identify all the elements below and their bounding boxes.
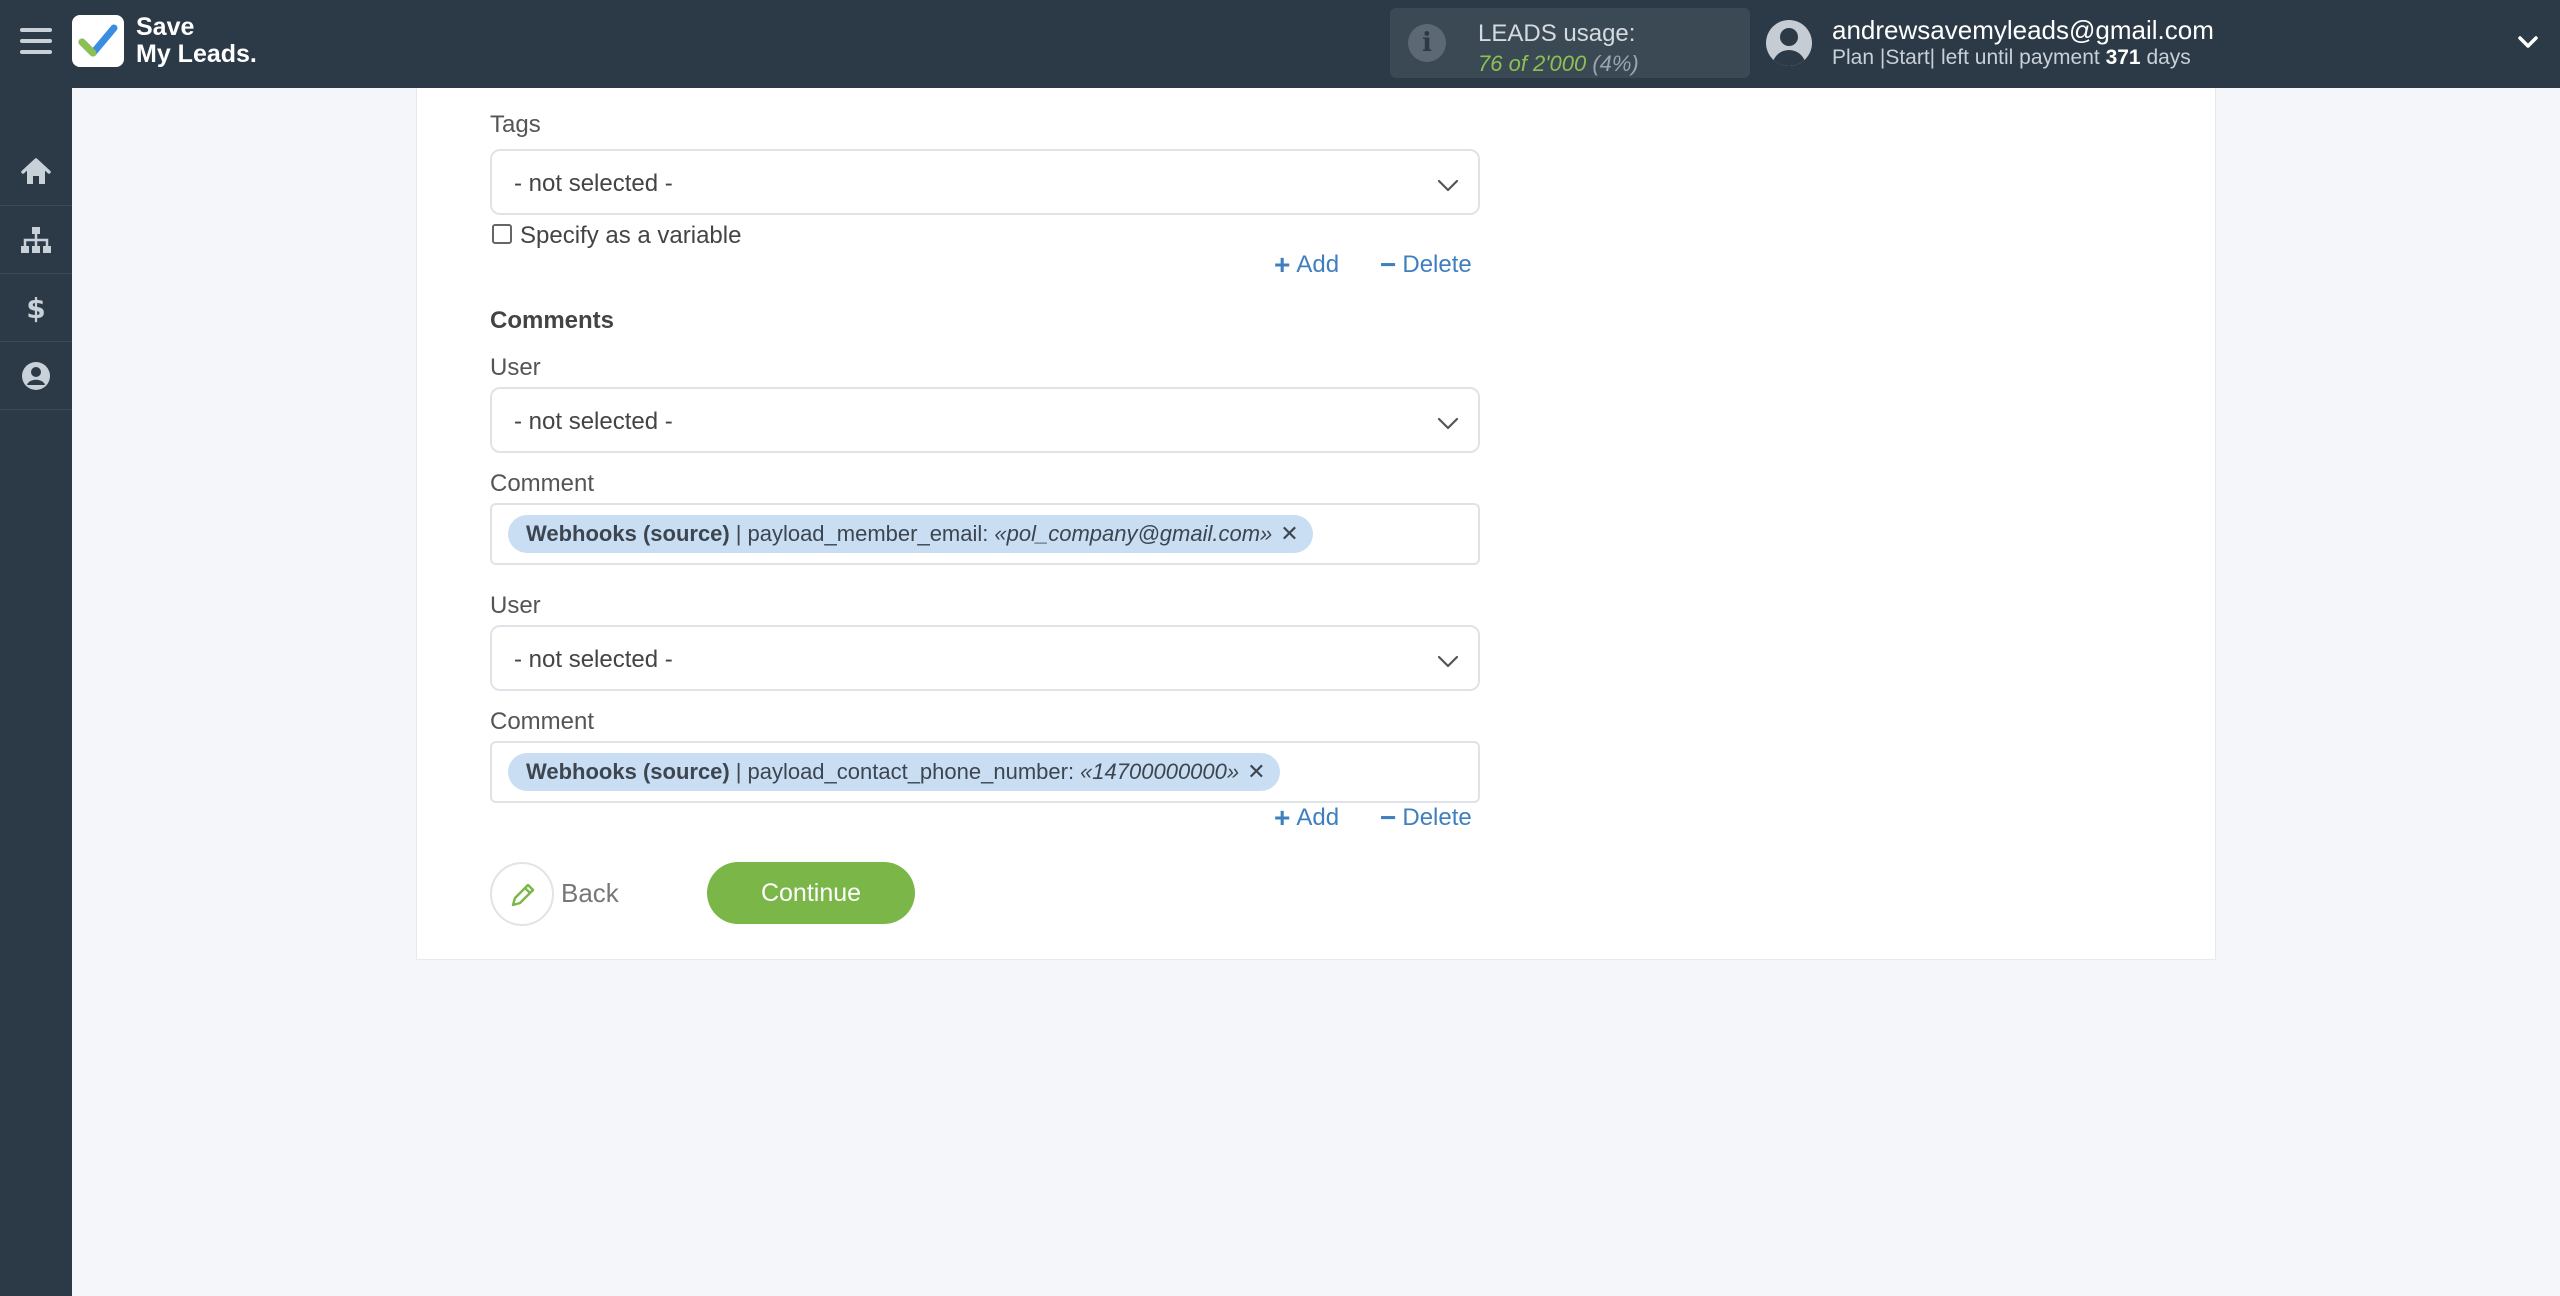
logo-line-1: Save [136,13,195,41]
user-select[interactable]: - not selected - [490,625,1480,691]
user-label: User [490,592,541,619]
tags-label: Tags [490,111,541,138]
user-select[interactable]: - not selected - [490,387,1480,453]
variable-chip[interactable]: Webhooks (source) | payload_contact_phon… [508,753,1280,791]
back-button[interactable] [490,862,554,926]
chip-source: Webhooks (source) [526,521,730,546]
tags-select-value: - not selected - [514,170,673,197]
delete-tag-button[interactable]: − Delete [1380,249,1472,281]
variable-chip[interactable]: Webhooks (source) | payload_member_email… [508,515,1313,553]
tags-select[interactable]: - not selected - [490,149,1480,215]
plus-icon: + [1274,802,1291,833]
plan-info: Plan |Start| left until payment 371 days [1832,46,2191,70]
add-label: Add [1296,804,1340,831]
add-label: Add [1296,251,1340,278]
pencil-icon [511,883,535,907]
account-email[interactable]: andrewsavemyleads@gmail.com [1832,15,2214,46]
plan-days: 371 [2105,46,2141,69]
delete-label: Delete [1402,804,1472,831]
comment-label: Comment [490,708,595,735]
minus-icon: − [1380,802,1397,833]
specify-variable-checkbox[interactable] [492,224,512,244]
sidebar-item-home[interactable] [0,138,72,206]
menu-icon[interactable] [20,28,52,58]
plus-icon: + [1274,249,1291,280]
usage-title: LEADS usage: [1478,20,1636,47]
delete-comment-button[interactable]: − Delete [1380,802,1472,834]
user-label: User [490,354,541,381]
chip-field: payload_member_email: [747,521,989,546]
home-icon [21,157,51,184]
sidebar-item-connections[interactable] [0,206,72,274]
dollar-icon: $ [26,292,45,325]
usage-percent: (4%) [1592,51,1639,76]
user-circle-icon [22,361,50,390]
logo-text[interactable]: Save My Leads. [136,14,257,68]
user-select-value: - not selected - [514,646,673,673]
sidebar-item-account[interactable] [0,342,72,410]
chevron-down-icon [1437,417,1459,430]
comment-label: Comment [490,470,595,497]
comment-field[interactable]: Webhooks (source) | payload_member_email… [490,503,1480,565]
user-select-value: - not selected - [514,408,673,435]
chip-field: payload_contact_phone_number: [747,759,1075,784]
back-label[interactable]: Back [561,878,619,909]
usage-count-value: 76 of 2'000 [1478,51,1587,76]
chevron-down-icon [1437,655,1459,668]
sitemap-icon [21,226,51,253]
chip-separator: | [735,759,742,784]
chevron-down-icon [1437,179,1459,192]
top-bar: Save My Leads. i LEADS usage: 76 of 2'00… [0,0,2560,88]
minus-icon: − [1380,249,1397,280]
svg-text:$: $ [26,292,45,325]
chip-example: «pol_company@gmail.com» [994,521,1273,546]
add-comment-button[interactable]: + Add [1274,802,1339,834]
plan-suffix: days [2146,46,2191,69]
chip-separator: | [735,521,742,546]
sidebar-item-billing[interactable]: $ [0,274,72,342]
plan-prefix: Plan |Start| left until payment [1832,46,2100,69]
info-icon: i [1408,24,1446,62]
delete-label: Delete [1402,251,1472,278]
continue-button[interactable]: Continue [707,862,915,924]
logo-icon[interactable] [72,15,124,67]
chevron-down-icon[interactable] [2516,30,2540,54]
remove-chip-icon[interactable]: ✕ [1247,759,1265,785]
avatar[interactable] [1766,20,1812,66]
remove-chip-icon[interactable]: ✕ [1280,521,1298,547]
leads-usage-panel: i LEADS usage: 76 of 2'000 (4%) [1390,8,1750,78]
logo-line-2: My Leads. [136,40,257,68]
add-tag-button[interactable]: + Add [1274,249,1339,281]
specify-variable-label[interactable]: Specify as a variable [520,222,741,250]
usage-count: 76 of 2'000 (4%) [1478,51,1639,77]
sidebar: $ [0,88,72,1296]
chip-example: «14700000000» [1080,759,1240,784]
comment-field[interactable]: Webhooks (source) | payload_contact_phon… [490,741,1480,803]
comments-heading: Comments [490,307,615,334]
chip-source: Webhooks (source) [526,759,730,784]
